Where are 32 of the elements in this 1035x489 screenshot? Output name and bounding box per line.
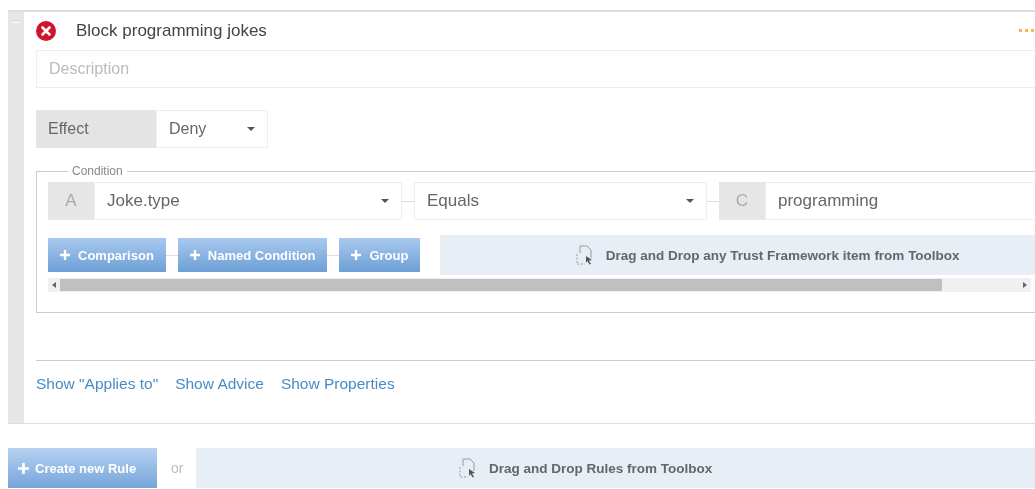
plus-icon	[189, 250, 200, 260]
attribute-dropdown[interactable]: Joke.type	[94, 182, 402, 220]
scroll-left-icon[interactable]	[52, 282, 56, 288]
show-link[interactable]: Show Advice	[175, 375, 264, 393]
add-button[interactable]: Comparison	[48, 238, 166, 272]
description-field[interactable]: Description	[36, 50, 1035, 88]
show-link[interactable]: Show Properties	[280, 375, 395, 393]
scroll-right-icon[interactable]	[1023, 282, 1027, 288]
plus-icon	[351, 250, 362, 260]
value-field[interactable]: programming	[765, 182, 1035, 220]
document-icon	[575, 245, 594, 265]
create-rule-button[interactable]: Create new Rule	[8, 448, 157, 488]
effect-label: Effect	[36, 110, 156, 148]
add-button[interactable]: Named Condition	[177, 238, 328, 272]
operand-letter: C	[719, 182, 765, 220]
plus-icon	[60, 250, 70, 260]
or-label: or	[171, 460, 184, 476]
collapse-bar[interactable]	[8, 12, 24, 423]
operand-letter: A	[48, 182, 94, 220]
drop-zone[interactable]: Drag and Drop any Trust Framework item from Toolbox	[440, 235, 1035, 275]
rule-title: Block programming jokes	[76, 21, 267, 41]
plus-icon	[18, 462, 29, 474]
effect-dropdown[interactable]: Deny	[156, 110, 268, 148]
more-icon[interactable]	[1019, 29, 1035, 33]
document-icon	[459, 458, 478, 478]
operator-dropdown[interactable]: Equals	[414, 182, 707, 220]
condition-legend: Condition	[68, 164, 127, 178]
add-button[interactable]: Group	[339, 238, 421, 272]
show-link[interactable]: Show "Applies to"	[36, 375, 159, 393]
error-icon	[36, 21, 56, 41]
horizontal-scrollbar[interactable]	[48, 278, 1031, 292]
drop-zone[interactable]: Drag and Drop Rules from Toolbox	[196, 448, 1035, 488]
